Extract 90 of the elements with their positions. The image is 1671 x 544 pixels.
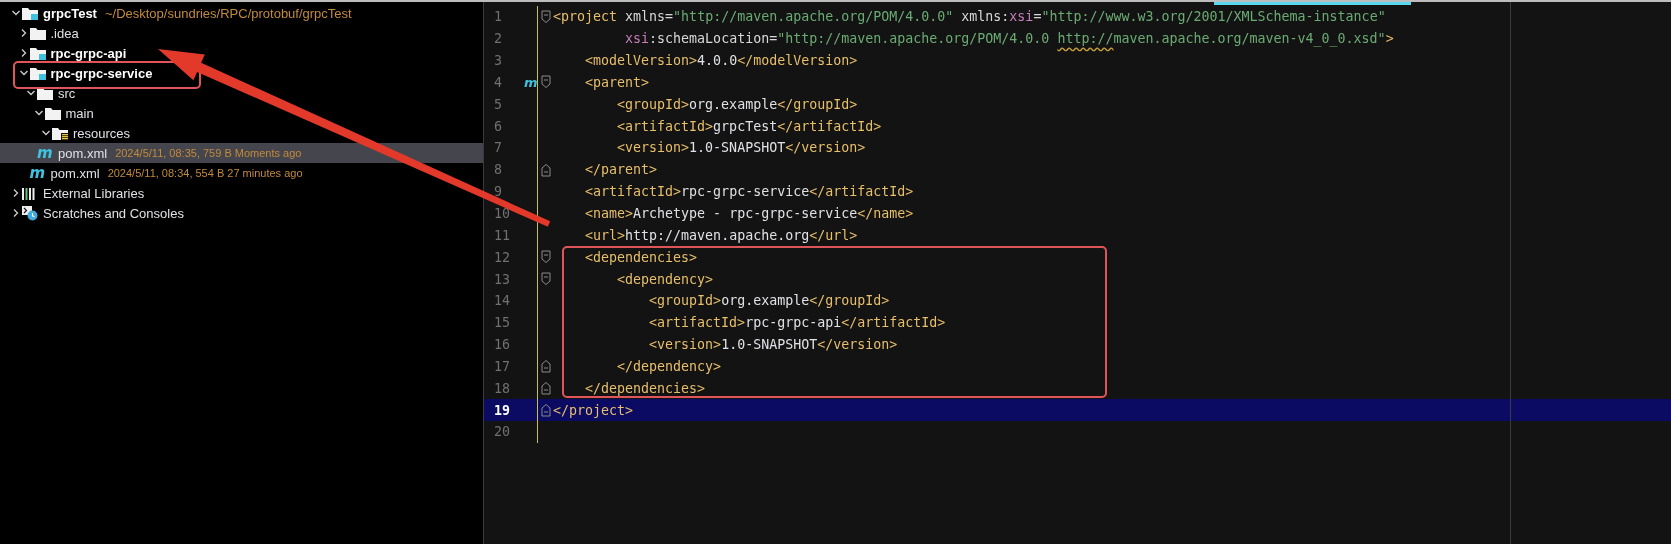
chevron-right-icon[interactable] bbox=[11, 188, 21, 198]
code-line: </dependency> bbox=[616, 358, 722, 374]
chevron-down-icon[interactable] bbox=[33, 108, 44, 118]
tree-item[interactable]: src bbox=[0, 83, 483, 103]
item-name: rpc-grpc-service bbox=[50, 65, 153, 81]
item-hint: 2024/5/11, 08:35, 759 B Moments ago bbox=[115, 147, 302, 159]
code-line: <name>Archetype - rpc-grpc-service</name> bbox=[584, 206, 914, 221]
code-line: <version>1.0-SNAPSHOT</version> bbox=[648, 337, 898, 353]
line-number: 19 bbox=[493, 402, 511, 418]
line-number: 18 bbox=[493, 380, 511, 396]
code-line: <artifactId>grpcTest</artifactId> bbox=[616, 118, 882, 134]
item-name: Scratches and Consoles bbox=[43, 205, 184, 221]
line-number: 20 bbox=[493, 424, 511, 440]
chevron-down-icon[interactable] bbox=[41, 128, 51, 138]
line-number: 7 bbox=[493, 140, 503, 156]
chevron-right-icon[interactable] bbox=[11, 208, 21, 218]
line-number: 16 bbox=[493, 337, 511, 353]
chevron-down-icon[interactable] bbox=[26, 88, 36, 98]
code-line: <artifactId>rpc-grpc-service</artifactId> bbox=[584, 184, 914, 200]
fold-marker-icon[interactable] bbox=[540, 75, 551, 90]
fold-marker-icon[interactable] bbox=[540, 9, 551, 24]
code-line: <url>http://maven.apache.org</url> bbox=[584, 227, 858, 243]
scratch-console-icon bbox=[22, 205, 38, 221]
code-line: </parent> bbox=[584, 162, 658, 178]
item-name: main bbox=[65, 105, 94, 121]
fold-marker-icon[interactable] bbox=[540, 272, 551, 287]
item-name: src bbox=[58, 85, 76, 101]
tree-item[interactable]: resources bbox=[0, 123, 483, 143]
line-number: 13 bbox=[493, 271, 511, 287]
item-name: .idea bbox=[50, 25, 79, 41]
maven-glyph: m bbox=[37, 145, 53, 161]
fold-end-icon[interactable] bbox=[540, 381, 551, 396]
code-line: <dependency> bbox=[616, 271, 714, 287]
tree-item[interactable]: m pom.xml 2024/5/11, 08:34, 554 B 27 minutes ago bbox=[0, 163, 483, 183]
item-name: pom.xml bbox=[50, 165, 100, 181]
line-number: 8 bbox=[493, 162, 503, 178]
line-number: 5 bbox=[493, 96, 503, 112]
code-line: xsi:schemaLocation="http://maven.apache.org/POM/4.0.0 http://maven.apache.org/maven-v4_0_0.xsd"> bbox=[624, 31, 1394, 47]
code-line: </project> bbox=[553, 402, 634, 418]
tree-item[interactable]: External Libraries bbox=[0, 183, 483, 203]
item-hint: ~/Desktop/sundries/RPC/protobuf/grpcTest bbox=[104, 5, 352, 21]
line-number: 14 bbox=[493, 293, 511, 309]
code-line: <groupId>org.example</groupId> bbox=[648, 293, 890, 309]
module-folder-icon bbox=[29, 66, 46, 80]
tree-item[interactable]: grpcTest ~/Desktop/sundries/RPC/protobuf/grpcTest bbox=[0, 3, 483, 23]
line-number: 15 bbox=[493, 315, 511, 331]
library-bars-icon bbox=[22, 186, 36, 200]
line-number: 3 bbox=[493, 53, 503, 69]
module-folder-icon bbox=[22, 6, 38, 20]
code-line: <project xmlns="http://maven.apache.org/POM/4.0.0" xmlns:xsi="http://www.w3.org/2001/XMLSchema-instance" bbox=[553, 9, 1386, 25]
line-number: 2 bbox=[493, 31, 503, 47]
item-name: pom.xml bbox=[58, 145, 108, 161]
module-folder-icon bbox=[29, 46, 46, 60]
line-number: 1 bbox=[493, 9, 503, 25]
maven-gutter-glyph[interactable]: m bbox=[524, 75, 538, 89]
tree-item[interactable]: m pom.xml 2024/5/11, 08:35, 759 B Moments ago bbox=[0, 143, 483, 163]
fold-end-icon[interactable] bbox=[540, 162, 551, 177]
item-hint: 2024/5/11, 08:34, 554 B 27 minutes ago bbox=[107, 167, 303, 179]
fold-marker-icon[interactable] bbox=[540, 250, 551, 265]
line-number: 4 bbox=[493, 74, 503, 90]
code-line: <version>1.0-SNAPSHOT</version> bbox=[616, 140, 866, 156]
tree-item[interactable]: main bbox=[0, 103, 483, 123]
line-number: 11 bbox=[493, 227, 511, 243]
resources-folder-icon bbox=[52, 126, 68, 140]
line-number: 17 bbox=[493, 358, 511, 374]
tree-item[interactable]: Scratches and Consoles bbox=[0, 203, 483, 223]
folder-icon bbox=[44, 106, 61, 120]
item-name: rpc-grpc-api bbox=[50, 45, 127, 61]
chevron-down-icon[interactable] bbox=[11, 8, 21, 18]
code-line: <parent> bbox=[584, 74, 650, 90]
tree-item[interactable]: .idea bbox=[0, 23, 483, 43]
item-name: resources bbox=[73, 125, 131, 141]
code-line: <groupId>org.example</groupId> bbox=[616, 96, 858, 112]
code-line: <artifactId>rpc-grpc-api</artifactId> bbox=[648, 315, 946, 331]
code-line: <modelVersion>4.0.0</modelVersion> bbox=[584, 53, 858, 69]
line-number: 9 bbox=[493, 184, 503, 200]
tree-item[interactable]: rpc-grpc-api bbox=[0, 43, 483, 63]
item-name: grpcTest bbox=[43, 5, 97, 21]
code-line: </dependencies> bbox=[584, 380, 706, 396]
fold-end-icon[interactable] bbox=[540, 359, 551, 374]
item-name: External Libraries bbox=[43, 185, 145, 201]
tree-item[interactable]: rpc-grpc-service bbox=[0, 63, 483, 83]
fold-end-icon[interactable] bbox=[540, 403, 551, 418]
chevron-down-icon[interactable] bbox=[18, 68, 29, 78]
line-number: 10 bbox=[493, 206, 511, 221]
line-number: 12 bbox=[493, 249, 511, 265]
line-number: 6 bbox=[493, 118, 503, 134]
code-line: <dependencies> bbox=[584, 249, 698, 265]
folder-icon bbox=[29, 26, 46, 40]
maven-glyph: m bbox=[29, 165, 46, 181]
